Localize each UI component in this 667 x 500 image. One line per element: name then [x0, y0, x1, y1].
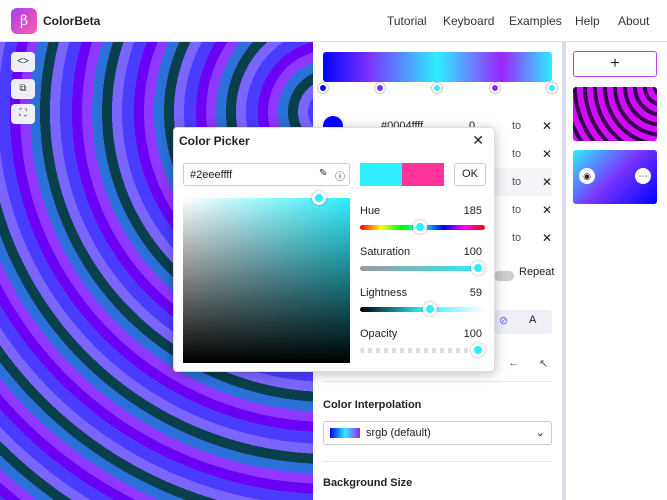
hex-value: #2eeeffff — [190, 169, 233, 181]
nav-examples[interactable]: Examples — [509, 14, 562, 28]
mode-tabs: ⊘ A — [495, 310, 552, 334]
saturation-value-area[interactable] — [183, 191, 350, 363]
saturation-slider[interactable] — [360, 266, 485, 271]
interpolation-preview — [330, 428, 360, 438]
color-interpolation-heading: Color Interpolation — [323, 399, 422, 411]
stop-to-label: to — [512, 232, 522, 244]
chevron-down-icon: ⌄ — [535, 427, 545, 439]
text-style-icon[interactable]: A — [529, 314, 536, 326]
nav-about[interactable]: About — [618, 14, 649, 28]
stop-to-label: to — [512, 176, 522, 188]
layer-thumbnail[interactable] — [573, 87, 657, 141]
remove-stop-icon[interactable]: ✕ — [542, 203, 552, 217]
fullscreen-icon[interactable]: ⛶ — [11, 104, 35, 124]
gradient-stop-handle[interactable] — [547, 83, 557, 93]
opacity-slider-handle[interactable] — [471, 343, 485, 357]
hue-value: 185 — [463, 205, 482, 217]
divider — [323, 461, 552, 462]
top-bar: β ColorBeta Tutorial Keyboard Examples H… — [0, 0, 667, 42]
ok-button[interactable]: OK — [454, 163, 486, 186]
code-icon[interactable]: <> — [11, 52, 35, 72]
gradient-stop-handle[interactable] — [432, 83, 442, 93]
compass-icon[interactable]: ⊘ — [499, 314, 508, 327]
stop-to-label: to — [512, 148, 522, 160]
gradient-stop-handle[interactable] — [318, 83, 328, 93]
opacity-value: 100 — [463, 328, 482, 340]
nav-help[interactable]: Help — [575, 14, 600, 28]
saturation-label: Saturation — [360, 246, 411, 258]
new-color-swatch — [402, 163, 444, 186]
arrow-up-left-icon[interactable]: ↖ — [539, 357, 548, 370]
nav-tutorial[interactable]: Tutorial — [387, 14, 427, 28]
background-size-heading: Background Size — [323, 477, 413, 489]
lightness-label: Lightness — [360, 287, 408, 299]
stop-to-label: to — [512, 204, 522, 216]
opacity-label: Opacity — [360, 328, 398, 340]
divider — [323, 381, 552, 382]
opacity-slider[interactable] — [360, 348, 485, 353]
more-icon[interactable]: ⋯ — [635, 168, 651, 184]
color-interpolation-select[interactable]: srgb (default) ⌄ — [323, 421, 552, 445]
eye-icon[interactable]: ◉ — [579, 168, 595, 184]
remove-stop-icon[interactable]: ✕ — [542, 175, 552, 189]
info-icon[interactable]: ⓘ — [335, 168, 345, 183]
nav-keyboard[interactable]: Keyboard — [443, 14, 494, 28]
saturation-value-handle[interactable] — [312, 191, 326, 205]
gradient-stop-handle[interactable] — [375, 83, 385, 93]
eyedropper-icon[interactable]: ✎ — [319, 168, 327, 179]
hue-label: Hue — [360, 205, 381, 217]
saturation-value: 100 — [463, 246, 482, 258]
color-picker-title: Color Picker — [179, 134, 250, 148]
remove-stop-icon[interactable]: ✕ — [542, 147, 552, 161]
remove-stop-icon[interactable]: ✕ — [542, 119, 552, 133]
gradient-stop-handle[interactable] — [490, 83, 500, 93]
logo[interactable]: β — [11, 8, 37, 34]
remove-stop-icon[interactable]: ✕ — [542, 231, 552, 245]
layers-icon[interactable]: ⧉ — [11, 79, 35, 99]
app-name[interactable]: ColorBeta — [43, 14, 100, 28]
arrow-left-icon[interactable]: ← — [508, 357, 519, 369]
original-color-swatch — [360, 163, 402, 186]
close-icon[interactable]: ✕ — [472, 132, 484, 149]
color-compare — [360, 163, 444, 186]
saturation-slider-handle[interactable] — [471, 261, 485, 275]
repeat-label: Repeat — [519, 266, 555, 278]
lightness-slider-handle[interactable] — [422, 302, 437, 316]
color-picker-dialog: Color Picker ✕ #2eeeffff ✎ ⓘ OK Hue 185 … — [173, 127, 495, 372]
interpolation-value: srgb (default) — [366, 427, 431, 439]
lightness-value: 59 — [469, 287, 482, 299]
layer-thumbnail[interactable]: ◉ ⋯ — [573, 150, 657, 204]
repeat-toggle[interactable] — [494, 271, 514, 281]
hue-slider-handle[interactable] — [413, 220, 428, 234]
stop-to-label: to — [512, 120, 522, 132]
gradient-bar[interactable] — [323, 52, 552, 82]
add-layer-button[interactable]: + — [573, 51, 657, 77]
